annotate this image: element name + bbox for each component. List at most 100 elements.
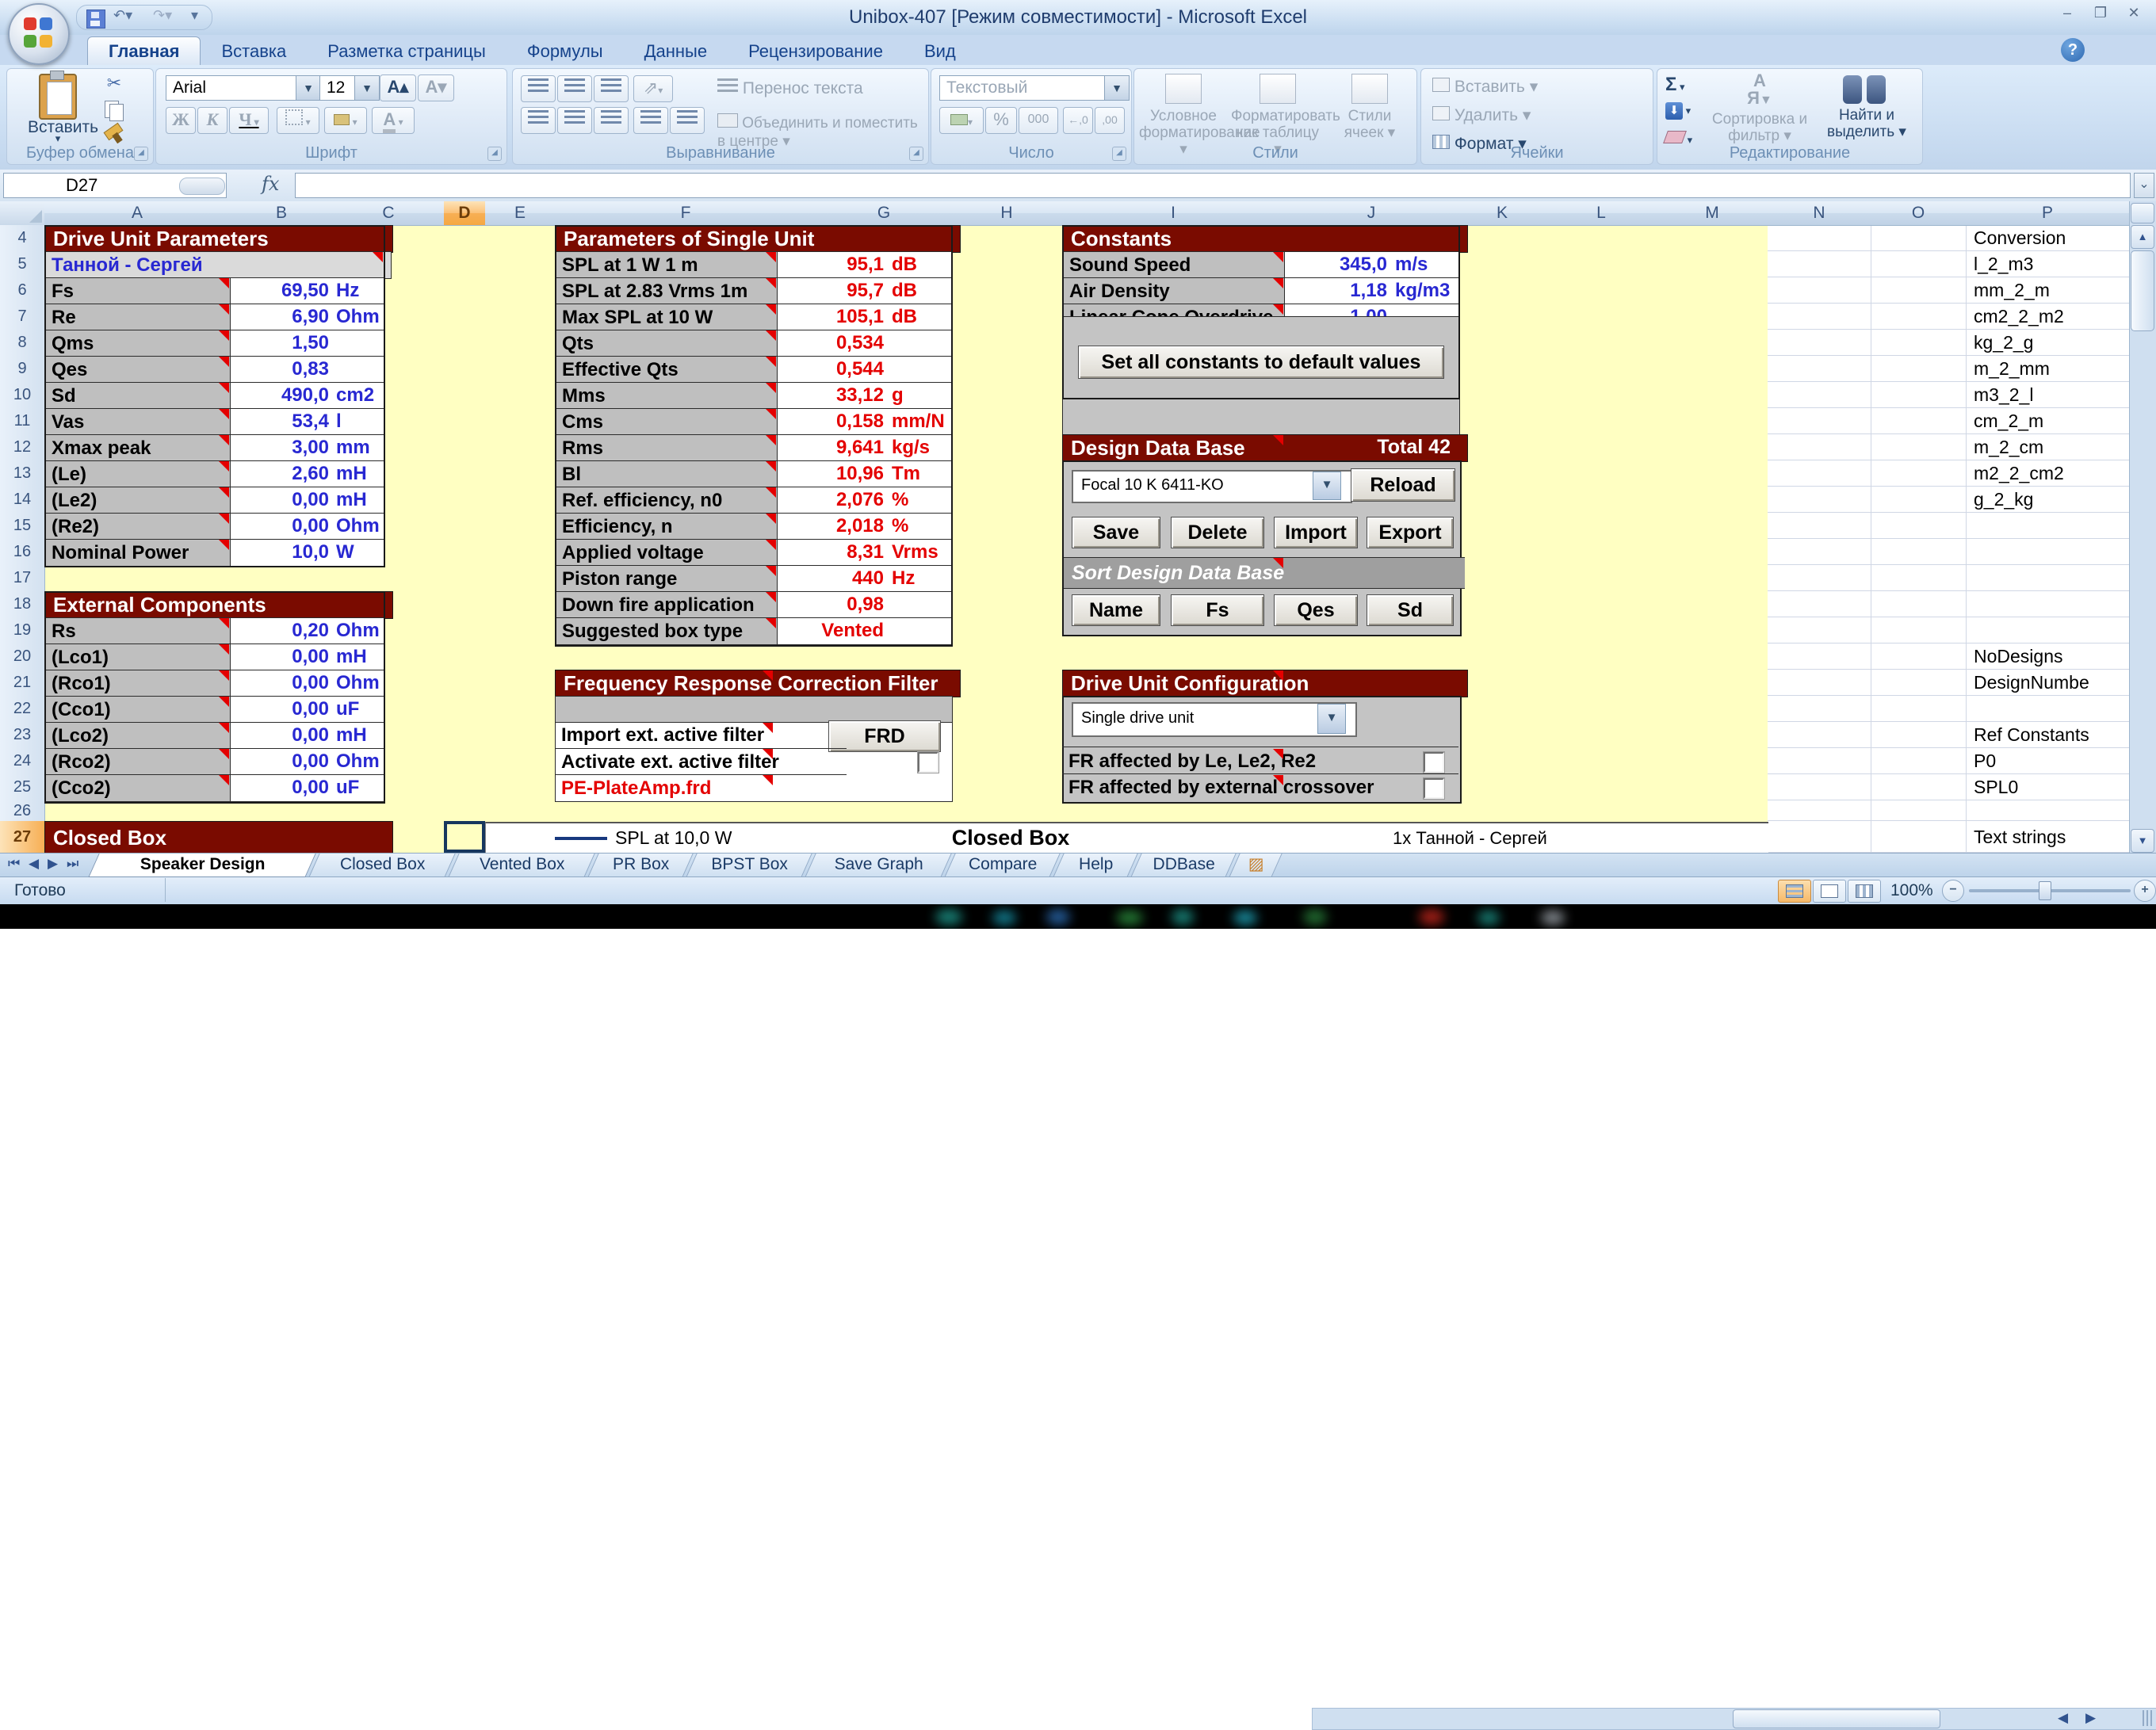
decrease-decimal-button[interactable]: ,00 <box>1095 107 1125 134</box>
column-header-G[interactable]: G <box>816 201 952 226</box>
insert-worksheet-tab[interactable]: ▨ <box>1229 854 1282 877</box>
row-header-15[interactable]: 15 <box>0 513 45 540</box>
number-format-select[interactable]: Текстовый▼ <box>939 75 1130 101</box>
chevron-down-icon[interactable]: ▼ <box>354 76 379 100</box>
ribbon-tab-Вид[interactable]: Вид <box>904 37 977 66</box>
sheet-tab-DDBase[interactable]: DDBase <box>1130 854 1236 877</box>
scroll-up-icon[interactable]: ▲ <box>2131 225 2154 249</box>
sheet-tab-Closed Box[interactable]: Closed Box <box>308 854 455 877</box>
ddb-driver-select-dropdown-icon[interactable]: ▼ <box>1313 472 1341 500</box>
decrease-indent-button[interactable] <box>633 107 668 134</box>
align-top-button[interactable] <box>521 75 556 102</box>
cell-styles-button[interactable]: Стили ячеек ▾ <box>1328 74 1412 141</box>
column-header-P[interactable]: P <box>1966 201 2130 226</box>
chevron-down-icon[interactable]: ▼ <box>1104 76 1129 100</box>
font-dialog-launcher-icon[interactable]: ◢ <box>487 147 502 161</box>
row-header-18[interactable]: 18 <box>0 591 45 618</box>
row-header-8[interactable]: 8 <box>0 330 45 357</box>
horizontal-scrollbar[interactable]: ◀ ▶ <box>1312 1708 2156 1730</box>
font-size-select[interactable]: 12▼ <box>319 75 380 101</box>
sheet-tab-Speaker Design[interactable]: Speaker Design <box>88 854 315 877</box>
duc-config-select[interactable]: Single drive unit <box>1072 702 1357 737</box>
scroll-left-icon[interactable]: ◀ <box>2058 1710 2068 1726</box>
column-header-C[interactable]: C <box>333 201 445 226</box>
accounting-format-button[interactable]: ▾ <box>939 107 984 134</box>
column-header-O[interactable]: O <box>1871 201 1967 226</box>
clipboard-dialog-launcher-icon[interactable]: ◢ <box>134 147 148 161</box>
borders-button[interactable]: ▾ <box>277 107 319 134</box>
row-header-17[interactable]: 17 <box>0 565 45 592</box>
vscroll-split-handle[interactable] <box>2131 203 2154 223</box>
row-header-22[interactable]: 22 <box>0 696 45 723</box>
prev-sheet-icon[interactable]: ◀ <box>29 856 39 872</box>
row-header-4[interactable]: 4 <box>0 225 45 252</box>
row-header-16[interactable]: 16 <box>0 539 45 566</box>
import-button[interactable]: Import <box>1274 517 1358 548</box>
ribbon-tab-Формулы[interactable]: Формулы <box>507 37 624 66</box>
zoom-slider-thumb[interactable] <box>2039 881 2051 900</box>
column-header-I[interactable]: I <box>1062 201 1285 226</box>
duc-config-select-dropdown-icon[interactable]: ▼ <box>1317 704 1346 734</box>
sort-sd-button[interactable]: Sd <box>1367 594 1454 626</box>
export-button[interactable]: Export <box>1367 517 1454 548</box>
last-sheet-icon[interactable]: ⏭ <box>67 856 78 872</box>
scroll-down-icon[interactable]: ▼ <box>2131 829 2154 853</box>
sheet-tab-Vented Box[interactable]: Vented Box <box>448 854 594 877</box>
autosum-button[interactable]: Σ ▾ <box>1665 74 1685 96</box>
fill-color-button[interactable]: ▾ <box>324 107 367 134</box>
column-header-K[interactable]: K <box>1458 201 1546 226</box>
column-header-N[interactable]: N <box>1768 201 1871 226</box>
find-select-button[interactable]: Найти и выделить ▾ <box>1816 72 1917 140</box>
increase-font-button[interactable]: A▴ <box>380 74 416 101</box>
comma-style-button[interactable]: 000 <box>1019 107 1058 134</box>
insert-function-button[interactable]: fx <box>262 173 279 195</box>
maximize-button[interactable]: ❐ <box>2085 3 2116 22</box>
row-header-26[interactable]: 26 <box>0 800 45 822</box>
duc-cb1-checkbox[interactable] <box>1424 752 1444 773</box>
scroll-right-icon[interactable]: ▶ <box>2085 1710 2096 1726</box>
ribbon-tab-Разметка страницы[interactable]: Разметка страницы <box>307 37 507 66</box>
zoom-out-icon[interactable]: − <box>1942 880 1964 902</box>
row-header-7[interactable]: 7 <box>0 304 45 330</box>
insert-cells-button[interactable]: Вставить ▾ <box>1432 77 1538 97</box>
align-right-button[interactable] <box>594 107 629 134</box>
sort-fs-button[interactable]: Fs <box>1171 594 1264 626</box>
column-header-J[interactable]: J <box>1284 201 1459 226</box>
selected-cell-d27[interactable] <box>444 821 485 853</box>
row-header-23[interactable]: 23 <box>0 722 45 749</box>
qat-customize-icon[interactable]: ▾ <box>191 7 198 24</box>
horizontal-scroll-thumb[interactable] <box>1733 1709 1940 1728</box>
set-constants-button[interactable]: Set all constants to default values <box>1078 346 1444 379</box>
increase-decimal-button[interactable]: ←,0 <box>1063 107 1093 134</box>
next-sheet-icon[interactable]: ▶ <box>48 856 58 872</box>
row-header-5[interactable]: 5 <box>0 251 45 278</box>
chevron-down-icon[interactable]: ▼ <box>296 76 320 100</box>
row-header-13[interactable]: 13 <box>0 460 45 487</box>
zoom-in-icon[interactable]: + <box>2134 880 2156 902</box>
underline-button[interactable]: Ч ▾ <box>229 107 269 134</box>
frcf-activate-checkbox[interactable] <box>918 752 938 773</box>
column-header-H[interactable]: H <box>951 201 1063 226</box>
close-button[interactable]: ✕ <box>2118 3 2150 22</box>
font-name-select[interactable]: Arial▼ <box>166 75 321 101</box>
align-left-button[interactable] <box>521 107 556 134</box>
delete-cells-button[interactable]: Удалить ▾ <box>1432 105 1531 125</box>
duc-cb2-checkbox[interactable] <box>1424 778 1444 799</box>
redo-icon[interactable]: ↷▾ <box>153 7 172 24</box>
sheet-tab-Help[interactable]: Help <box>1053 854 1137 877</box>
decrease-font-button[interactable]: A▾ <box>418 74 454 101</box>
column-header-L[interactable]: L <box>1546 201 1657 226</box>
increase-indent-button[interactable] <box>670 107 705 134</box>
row-header-10[interactable]: 10 <box>0 382 45 409</box>
align-middle-button[interactable] <box>557 75 592 102</box>
frd-button[interactable]: FRD <box>828 720 941 752</box>
alignment-dialog-launcher-icon[interactable]: ◢ <box>909 147 923 161</box>
column-header-F[interactable]: F <box>555 201 817 226</box>
column-header-M[interactable]: M <box>1657 201 1768 226</box>
row-header-12[interactable]: 12 <box>0 434 45 461</box>
column-header-D[interactable]: D <box>444 201 486 226</box>
ribbon-tab-Рецензирование[interactable]: Рецензирование <box>728 37 904 66</box>
vertical-scroll-thumb[interactable] <box>2131 250 2154 331</box>
row-header-24[interactable]: 24 <box>0 748 45 775</box>
save-button[interactable]: Save <box>1072 517 1160 548</box>
